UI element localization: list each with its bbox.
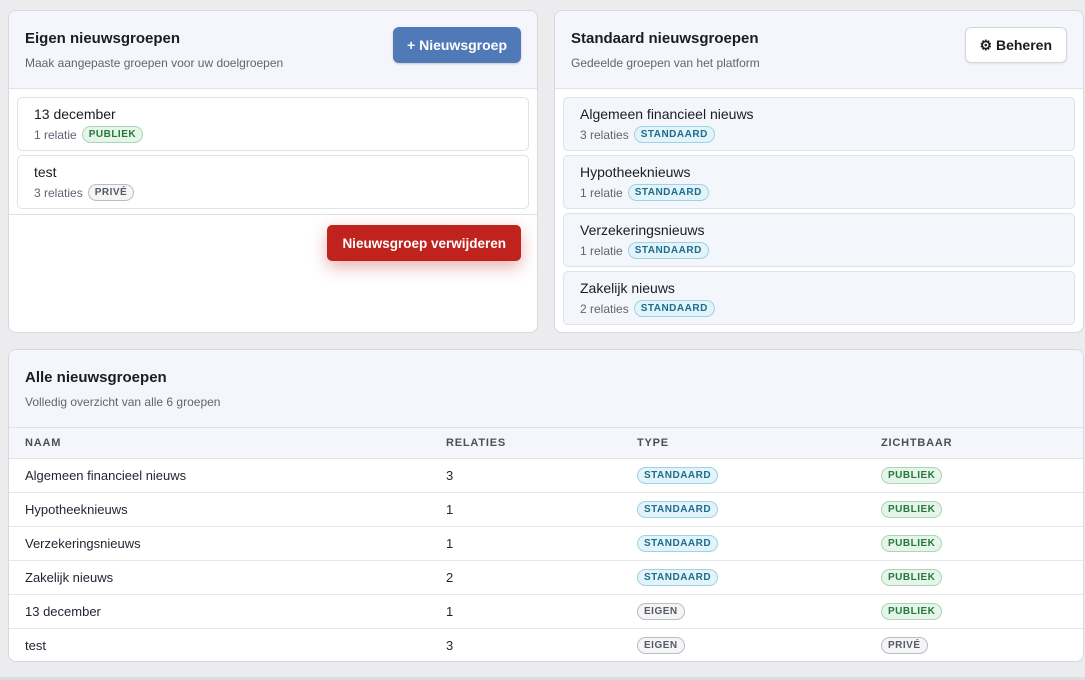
table-row[interactable]: Hypotheeknieuws 1 STANDAARD PUBLIEK: [9, 492, 1083, 527]
manage-button[interactable]: ⚙ Beheren: [964, 27, 1067, 63]
column-header-type[interactable]: TYPE: [621, 428, 865, 459]
standard-group-item[interactable]: Algemeen financieel nieuws 3 relaties ST…: [563, 97, 1075, 151]
type-badge: STANDAARD: [633, 126, 715, 143]
type-badge: STANDAARD: [637, 569, 719, 586]
new-group-button[interactable]: + Nieuwsgroep: [393, 27, 521, 63]
visibility-badge: PRIVÉ: [87, 184, 135, 201]
type-badge: STANDAARD: [633, 300, 715, 317]
type-badge: STANDAARD: [637, 501, 719, 518]
group-name: Zakelijk nieuws: [580, 280, 675, 296]
type-badge: EIGEN: [637, 637, 685, 655]
group-name: Algemeen financieel nieuws: [580, 106, 754, 122]
visibility-badge: PUBLIEK: [881, 535, 943, 552]
cell-name: 13 december: [9, 594, 430, 629]
visibility-badge: PUBLIEK: [881, 467, 943, 484]
type-badge: STANDAARD: [637, 467, 719, 484]
group-name: 13 december: [34, 106, 116, 122]
standard-group-item[interactable]: Zakelijk nieuws 2 relaties STANDAARD: [563, 271, 1075, 325]
column-header-name[interactable]: NAAM: [9, 428, 430, 459]
cell-relations: 1: [430, 594, 621, 629]
group-relations: 2 relaties: [580, 301, 629, 316]
visibility-badge: PUBLIEK: [81, 126, 144, 143]
type-badge: STANDAARD: [627, 184, 709, 201]
group-relations: 1 relatie: [34, 127, 77, 142]
divider: [9, 214, 537, 215]
standard-group-item[interactable]: Verzekeringsnieuws 1 relatie STANDAARD: [563, 213, 1075, 267]
group-relations: 1 relatie: [580, 185, 623, 200]
table-row[interactable]: Zakelijk nieuws 2 STANDAARD PUBLIEK: [9, 560, 1083, 595]
table-row[interactable]: test 3 EIGEN PRIVÉ: [9, 628, 1083, 661]
type-badge: EIGEN: [637, 603, 685, 620]
all-groups-title: Alle nieuwsgroepen: [25, 369, 167, 386]
cell-name: Zakelijk nieuws: [9, 560, 430, 595]
group-relations: 3 relaties: [34, 185, 83, 200]
visibility-badge: PRIVÉ: [881, 637, 928, 655]
cell-relations: 3: [446, 637, 454, 653]
column-header-visible[interactable]: ZICHTBAAR: [865, 428, 1083, 459]
all-groups-header: Alle nieuwsgroepen Volledig overzicht va…: [9, 350, 1083, 428]
cell-name: Verzekeringsnieuws: [9, 526, 430, 561]
own-groups-list: 13 december 1 relatie PUBLIEK test 3 rel…: [9, 89, 537, 209]
standard-groups-header: Standaard nieuwsgroepen Gedeelde groepen…: [555, 11, 1083, 89]
all-groups-card: Alle nieuwsgroepen Volledig overzicht va…: [8, 349, 1084, 662]
own-group-item[interactable]: test 3 relaties PRIVÉ: [17, 155, 529, 209]
cell-name: Algemeen financieel nieuws: [9, 458, 430, 493]
table-row[interactable]: 13 december 1 EIGEN PUBLIEK: [9, 594, 1083, 629]
cell-name: Hypotheeknieuws: [9, 492, 430, 527]
group-name: Hypotheeknieuws: [580, 164, 691, 180]
standard-groups-card: Standaard nieuwsgroepen Gedeelde groepen…: [554, 10, 1084, 333]
own-groups-card: Eigen nieuwsgroepen Maak aangepaste groe…: [8, 10, 538, 333]
visibility-badge: PUBLIEK: [881, 603, 943, 620]
standard-groups-list: Algemeen financieel nieuws 3 relaties ST…: [555, 89, 1083, 325]
group-name: Verzekeringsnieuws: [580, 222, 705, 238]
group-relations: 1 relatie: [580, 243, 623, 258]
type-badge: STANDAARD: [627, 242, 709, 259]
cell-relations: 1: [430, 492, 621, 527]
visibility-badge: PUBLIEK: [881, 501, 943, 518]
own-groups-header: Eigen nieuwsgroepen Maak aangepaste groe…: [9, 11, 537, 89]
standard-group-item[interactable]: Hypotheeknieuws 1 relatie STANDAARD: [563, 155, 1075, 209]
group-name: test: [34, 164, 57, 180]
cell-name: test: [25, 637, 46, 653]
all-groups-subtitle: Volledig overzicht van alle 6 groepen: [25, 395, 221, 409]
cell-relations: 2: [430, 560, 621, 595]
visibility-badge: PUBLIEK: [881, 569, 943, 586]
table-header-row: NAAM RELATIES TYPE ZICHTBAAR: [9, 428, 1083, 459]
group-relations: 3 relaties: [580, 127, 629, 142]
table-row[interactable]: Algemeen financieel nieuws 3 STANDAARD P…: [9, 458, 1083, 493]
type-badge: STANDAARD: [637, 535, 719, 552]
column-header-relations[interactable]: RELATIES: [430, 428, 621, 459]
all-groups-table: NAAM RELATIES TYPE ZICHTBAAR Algemeen fi…: [9, 428, 1083, 661]
cell-relations: 1: [430, 526, 621, 561]
delete-group-button[interactable]: Nieuwsgroep verwijderen: [327, 225, 521, 261]
cell-relations: 3: [430, 458, 621, 493]
own-group-item[interactable]: 13 december 1 relatie PUBLIEK: [17, 97, 529, 151]
table-row[interactable]: Verzekeringsnieuws 1 STANDAARD PUBLIEK: [9, 526, 1083, 561]
